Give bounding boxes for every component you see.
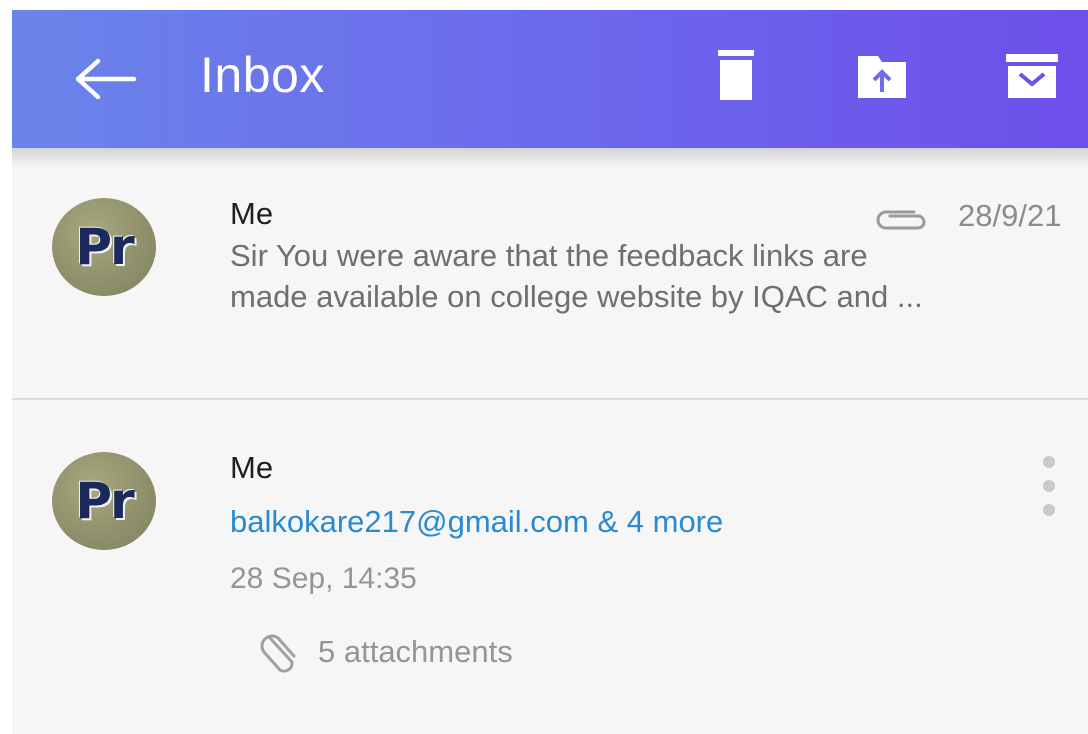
sender-name: Me xyxy=(230,196,274,231)
recipients[interactable]: balkokare217@gmail.com & 4 more xyxy=(230,504,723,540)
trash-icon xyxy=(718,50,754,100)
attachments-count[interactable]: 5 attachments xyxy=(318,634,513,670)
move-to-folder-icon xyxy=(858,56,906,98)
message-date: 28/9/21 xyxy=(958,198,1062,233)
page-title: Inbox xyxy=(200,47,325,103)
attachment-icon xyxy=(876,210,926,230)
app-bar: Inbox xyxy=(12,10,1088,148)
back-button[interactable] xyxy=(72,54,142,104)
app-bar-shadow xyxy=(12,148,1088,168)
avatar: Pr xyxy=(52,198,156,296)
message-timestamp: 28 Sep, 14:35 xyxy=(230,562,417,595)
message-row[interactable]: Pr Me 28/9/21 Sir You were aware that th… xyxy=(12,148,1088,398)
more-vertical-icon[interactable] xyxy=(1034,452,1064,522)
sender-name: Me xyxy=(230,450,274,485)
message-preview-line-1: Sir You were aware that the feedback lin… xyxy=(230,238,868,273)
left-edge xyxy=(0,0,12,734)
delete-button[interactable] xyxy=(706,48,766,104)
avatar: Pr xyxy=(52,452,156,550)
archive-button[interactable] xyxy=(1002,48,1062,104)
move-to-folder-button[interactable] xyxy=(852,48,912,104)
message-preview-line-2: made available on college website by IQA… xyxy=(230,279,923,314)
top-edge xyxy=(0,0,1088,10)
paperclip-icon xyxy=(260,634,296,673)
message-row[interactable]: Pr Me balkokare217@gmail.com & 4 more 28… xyxy=(12,400,1088,720)
arrow-left-icon xyxy=(75,58,137,100)
archive-icon xyxy=(1006,54,1058,98)
message-list: Pr Me 28/9/21 Sir You were aware that th… xyxy=(12,148,1088,734)
